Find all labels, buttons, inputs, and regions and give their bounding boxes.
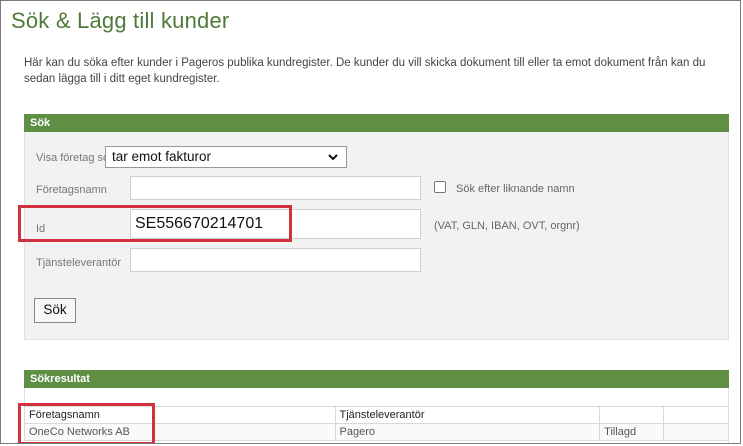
- app-window: Sök & Lägg till kunder Här kan du söka e…: [0, 0, 741, 444]
- company-name-input[interactable]: [130, 176, 421, 200]
- provider-input[interactable]: [130, 248, 421, 272]
- results-section-header: Sökresultat: [24, 370, 729, 388]
- show-companies-value: tar emot fakturor: [112, 149, 212, 164]
- company-name-label: Företagsnamn: [36, 184, 107, 196]
- page-title: Sök & Lägg till kunder: [11, 8, 230, 33]
- id-highlight-box: [18, 205, 292, 242]
- chevron-down-icon: [328, 154, 338, 161]
- similar-names-label: Sök efter liknande namn: [456, 183, 575, 195]
- search-section-header: Sök: [24, 114, 729, 132]
- search-button[interactable]: Sök: [34, 298, 76, 323]
- similar-names-checkbox[interactable]: [434, 181, 446, 193]
- column-header-extra: [663, 406, 729, 424]
- cell-status: Tillagd: [599, 423, 665, 441]
- column-header-provider[interactable]: Tjänsteleverantör: [334, 406, 601, 424]
- cell-extra: [663, 423, 729, 441]
- column-header-status: [599, 406, 665, 424]
- id-hint: (VAT, GLN, IBAN, OVT, orgnr): [434, 220, 580, 232]
- cell-provider: Pagero: [334, 423, 601, 441]
- provider-label: Tjänsteleverantör: [36, 257, 121, 269]
- intro-text: Här kan du söka efter kunder i Pageros p…: [24, 57, 706, 85]
- company-column-highlight-box: [18, 403, 155, 443]
- show-companies-select[interactable]: tar emot fakturor: [105, 146, 347, 168]
